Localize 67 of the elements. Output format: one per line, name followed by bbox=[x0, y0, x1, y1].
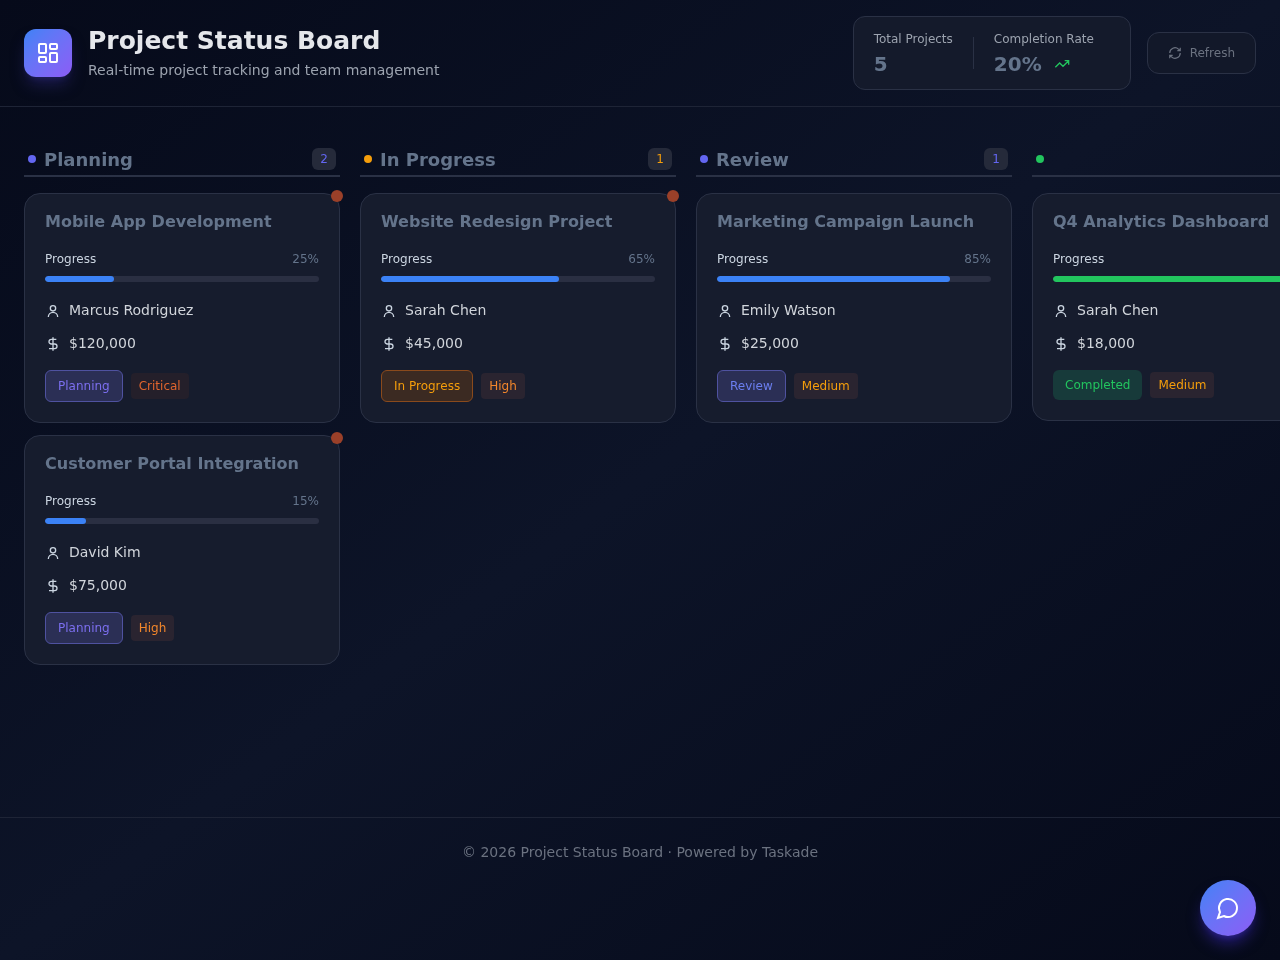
project-card[interactable]: Marketing Campaign Launch Progress 85% Emily Watson $25,000 Review Medium bbox=[696, 193, 1012, 423]
dollar-icon bbox=[45, 577, 61, 594]
stat-value: 5 bbox=[873, 51, 888, 77]
progress-label: Progress bbox=[45, 493, 97, 510]
stat-value: 20% bbox=[993, 51, 1042, 77]
column-title: Review bbox=[716, 147, 789, 172]
project-card[interactable]: Q4 Analytics Dashboard Progress Sarah Chen $18,000 Completed Medium bbox=[1032, 193, 1280, 421]
card-title: Website Redesign Project bbox=[381, 211, 614, 233]
owner-name: Marcus Rodriguez bbox=[69, 301, 194, 320]
card-title: Customer Portal Integration bbox=[45, 453, 300, 475]
stat-label: Total Projects bbox=[873, 30, 953, 48]
app-logo-icon bbox=[24, 29, 72, 77]
card-title: Q4 Analytics Dashboard bbox=[1053, 211, 1271, 233]
priority-tag: Medium bbox=[1150, 372, 1215, 398]
priority-tag: Medium bbox=[793, 373, 858, 399]
count-badge: 2 bbox=[312, 148, 336, 170]
dollar-icon bbox=[381, 335, 397, 352]
status-tag: Planning bbox=[45, 612, 123, 644]
chat-button[interactable] bbox=[1200, 880, 1256, 936]
priority-tag: High bbox=[481, 373, 525, 399]
budget-amount: $120,000 bbox=[69, 334, 136, 353]
refresh-button[interactable]: Refresh bbox=[1146, 32, 1256, 74]
priority-tag: High bbox=[130, 615, 175, 641]
page-title: Project Status Board bbox=[88, 24, 382, 57]
user-icon bbox=[45, 544, 61, 561]
progress-label: Progress bbox=[717, 251, 769, 268]
budget-amount: $25,000 bbox=[741, 334, 799, 353]
footer-text: © 2026 Project Status Board · Powered by Taskade bbox=[461, 843, 819, 862]
owner-name: David Kim bbox=[69, 543, 141, 562]
dollar-icon bbox=[1053, 335, 1069, 352]
dollar-icon bbox=[45, 335, 61, 352]
dollar-icon bbox=[717, 335, 733, 352]
owner-name: Sarah Chen bbox=[405, 301, 487, 320]
progress-label: Progress bbox=[45, 251, 97, 268]
priority-tag: Critical bbox=[130, 373, 189, 399]
budget-amount: $18,000 bbox=[1077, 334, 1135, 353]
project-card[interactable]: Website Redesign Project Progress 65% Sarah Chen $45,000 In Progress High bbox=[360, 193, 676, 423]
user-icon bbox=[45, 302, 61, 319]
budget-amount: $75,000 bbox=[69, 576, 127, 595]
status-tag: Planning bbox=[45, 370, 123, 402]
card-title: Marketing Campaign Launch bbox=[717, 211, 976, 233]
refresh-icon bbox=[1167, 46, 1182, 60]
user-icon bbox=[717, 302, 733, 319]
budget-amount: $45,000 bbox=[405, 334, 463, 353]
project-card[interactable]: Mobile App Development Progress 25% Marcus Rodriguez $120,000 Planning Critical bbox=[24, 193, 340, 423]
status-tag: Review bbox=[717, 370, 786, 402]
status-tag: In Progress bbox=[381, 370, 474, 402]
status-tag: Completed bbox=[1053, 370, 1143, 400]
page-subtitle: Real-time project tracking and team management bbox=[88, 61, 440, 81]
column-title: In Progress bbox=[380, 147, 496, 172]
owner-name: Sarah Chen bbox=[1077, 301, 1159, 320]
progress-label: Progress bbox=[381, 251, 433, 268]
stat-label: Completion Rate bbox=[993, 30, 1094, 48]
chat-icon bbox=[1216, 896, 1240, 920]
owner-name: Emily Watson bbox=[741, 301, 836, 320]
count-badge: 1 bbox=[984, 148, 1008, 170]
user-icon bbox=[1053, 302, 1069, 319]
card-title: Mobile App Development bbox=[45, 211, 273, 233]
project-card[interactable]: Customer Portal Integration Progress 15% David Kim $75,000 Planning High bbox=[24, 435, 340, 665]
count-badge: 1 bbox=[648, 148, 672, 170]
progress-label: Progress bbox=[1053, 251, 1105, 268]
progress-percent: 85% bbox=[964, 251, 991, 268]
user-icon bbox=[381, 302, 397, 319]
progress-percent: 15% bbox=[292, 493, 319, 510]
progress-percent: 25% bbox=[292, 251, 319, 268]
column-title: Planning bbox=[44, 147, 133, 172]
progress-percent: 65% bbox=[628, 251, 655, 268]
